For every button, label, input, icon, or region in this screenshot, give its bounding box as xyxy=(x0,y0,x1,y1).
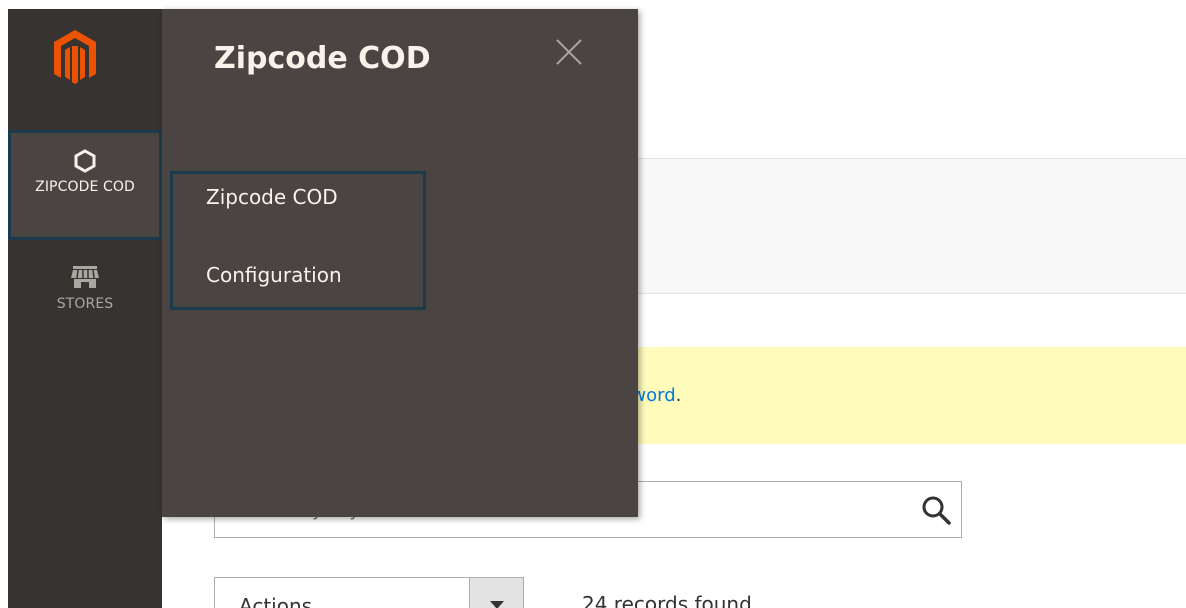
caret-down-icon xyxy=(490,601,504,608)
nav-item-label: ZIPCODE COD xyxy=(35,179,135,195)
submenu-flyout: Zipcode COD Zipcode COD Configuration xyxy=(162,9,638,517)
hexagon-icon xyxy=(74,149,96,173)
search-icon[interactable] xyxy=(920,494,952,526)
magento-logo[interactable] xyxy=(52,28,98,88)
admin-sidebar: ZIPCODE COD STORES xyxy=(0,0,162,608)
records-count: 24 records found xyxy=(582,592,752,608)
submenu-item-zipcode-cod[interactable]: Zipcode COD xyxy=(206,185,338,209)
actions-toggle[interactable] xyxy=(469,578,523,608)
top-strip xyxy=(162,0,1186,9)
close-icon[interactable] xyxy=(554,37,584,67)
notice-suffix: . xyxy=(675,385,682,406)
actions-label: Actions xyxy=(239,594,313,608)
nav-item-stores[interactable]: STORES xyxy=(8,262,162,332)
nav-item-label: STORES xyxy=(56,296,114,312)
store-icon xyxy=(71,266,99,288)
flyout-title: Zipcode COD xyxy=(214,41,431,76)
actions-dropdown[interactable]: Actions xyxy=(214,577,524,608)
submenu-item-configuration[interactable]: Configuration xyxy=(206,263,342,287)
nav-item-zipcode-cod[interactable]: ZIPCODE COD xyxy=(8,130,162,240)
